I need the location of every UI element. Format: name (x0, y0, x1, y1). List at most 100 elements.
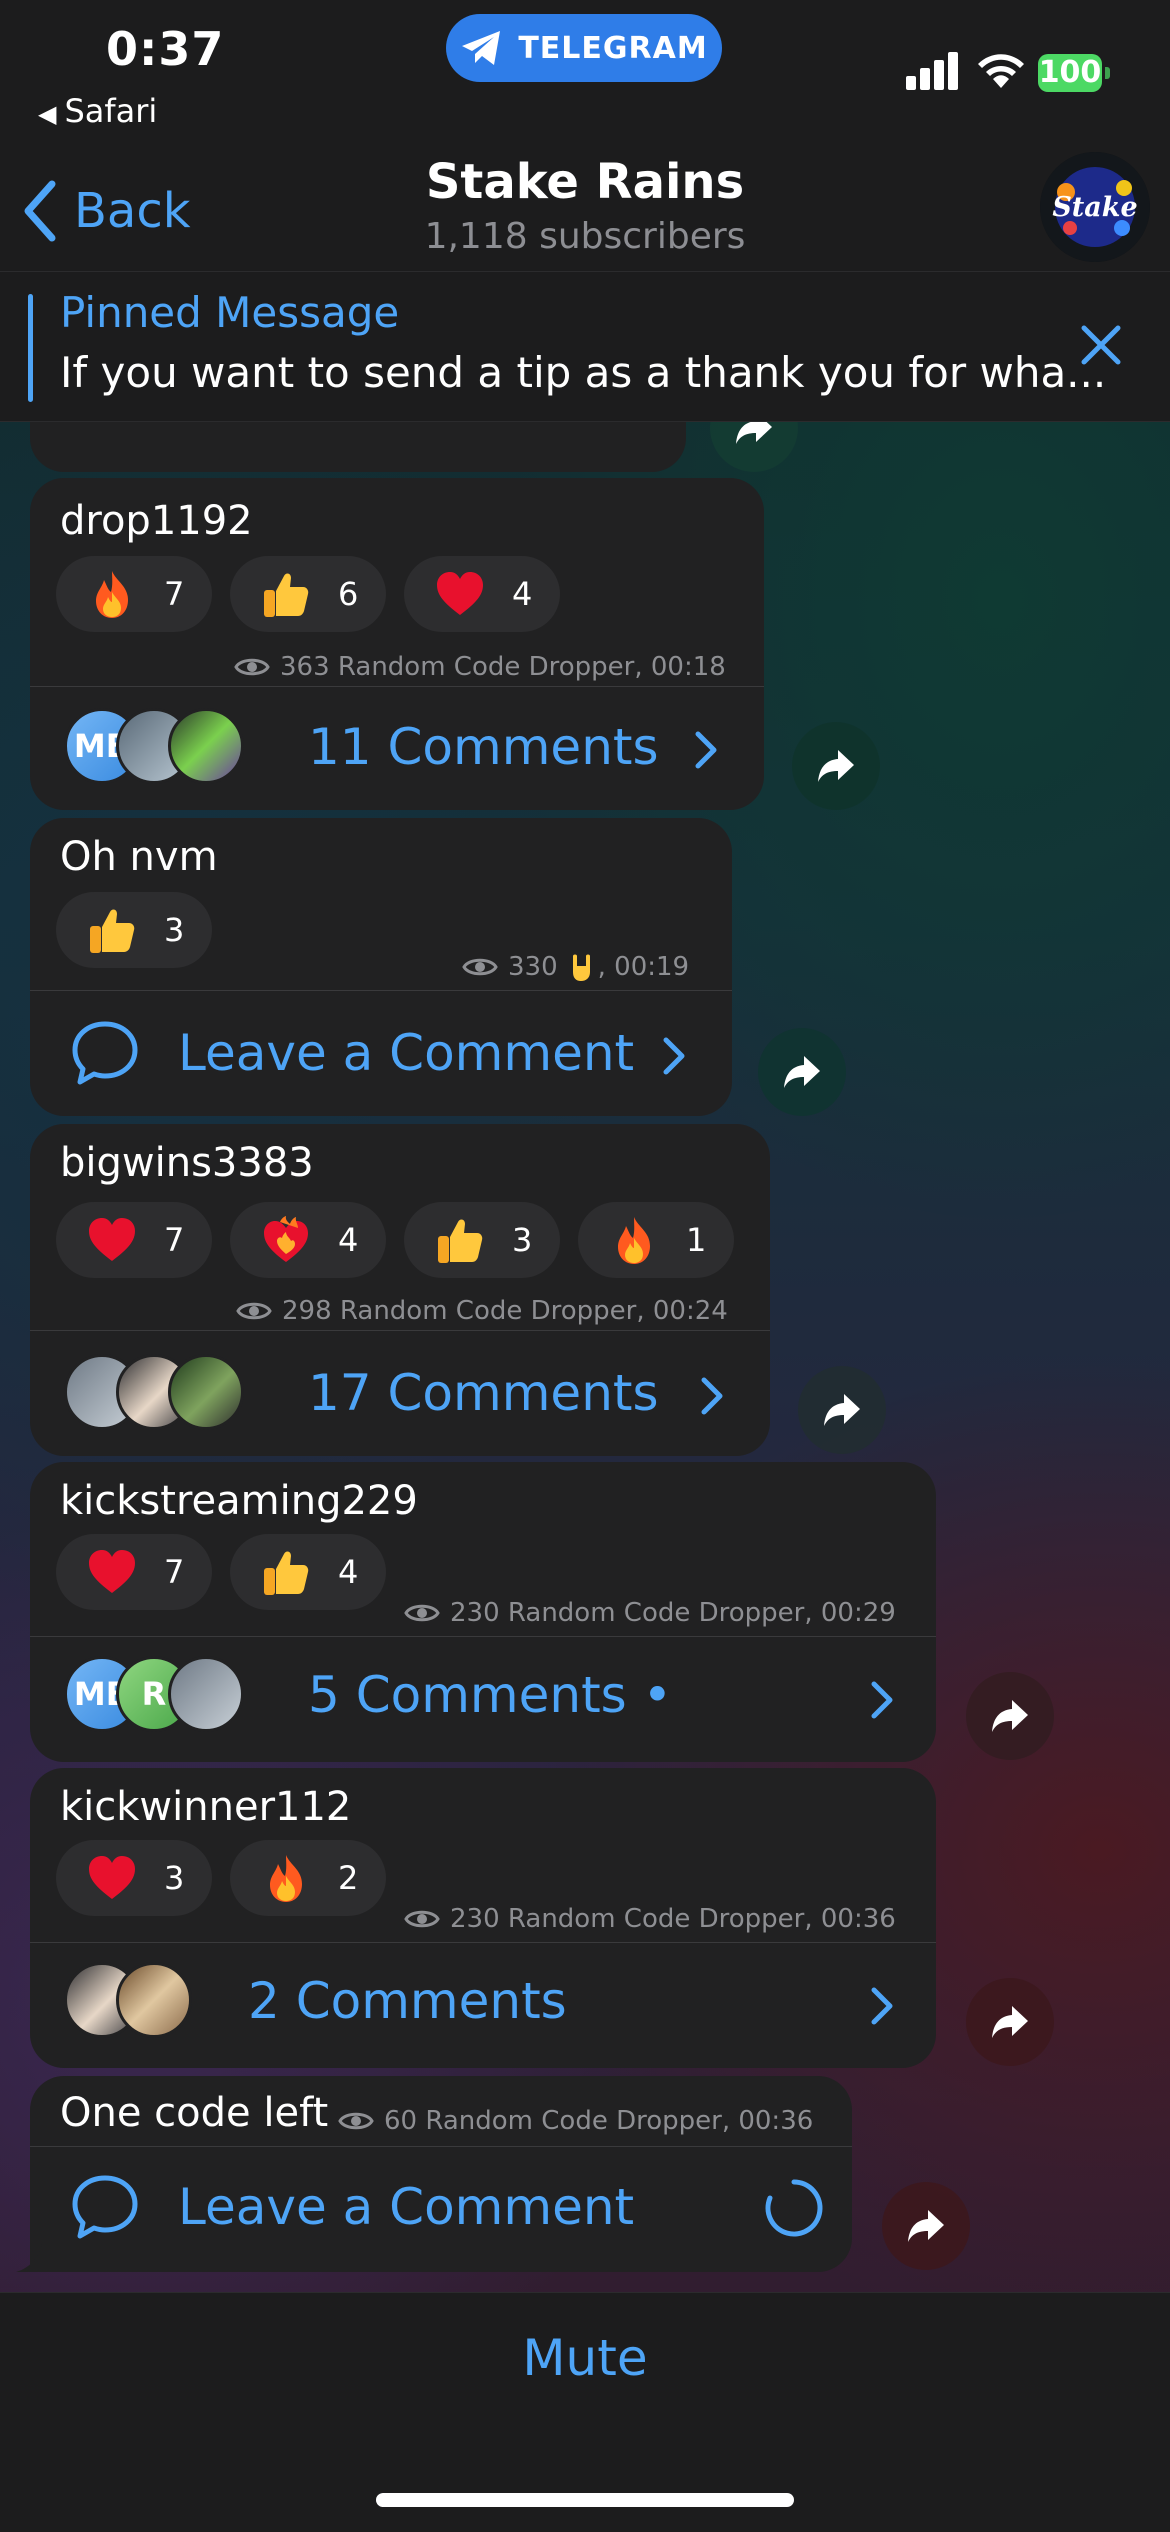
telegram-plane-icon (462, 31, 501, 65)
eye-icon (404, 1601, 440, 1625)
back-to-app-link[interactable]: ◀ Safari (38, 92, 157, 130)
heart-on-fire-icon (260, 1214, 312, 1266)
pinned-text-2: If you want to send a tip as a thank you… (60, 348, 1107, 397)
reaction-chip[interactable]: 7 (56, 556, 212, 632)
message-meta-text: 363 Random Code Dropper, 00:18 (280, 652, 726, 682)
comments-button[interactable]: 2 Comments (30, 1942, 936, 2068)
loading-spinner-icon (765, 2179, 823, 2237)
reaction-count: 1 (686, 1221, 707, 1259)
pinned-accent-bar-2 (28, 294, 33, 402)
reaction-chip[interactable]: 3 (56, 1840, 212, 1916)
cellular-signal-icon (906, 52, 960, 90)
message-text: drop1192 (60, 498, 253, 544)
message-bubble: drop1192 7 6 4 363 Random Code Dropper, … (30, 478, 764, 810)
comments-label: Leave a Comment (178, 2178, 635, 2236)
status-bar: 0:37 ◀ Safari TELEGRAM 100 (0, 0, 1170, 140)
reaction-count: 3 (164, 911, 185, 949)
comments-label: 11 Comments (308, 718, 659, 776)
channel-avatar[interactable]: Stake (1040, 152, 1150, 262)
thumbs-up-icon (260, 568, 312, 620)
svg-text:Stake: Stake (1052, 192, 1137, 223)
reaction-count: 7 (164, 1221, 185, 1259)
bubble-tail (16, 2244, 52, 2272)
avatar (168, 1656, 244, 1732)
thumbs-up-icon (434, 1214, 486, 1266)
reaction-chip[interactable]: 7 (56, 1534, 212, 1610)
message-meta: 230 Random Code Dropper, 00:29 (404, 1598, 896, 1628)
reaction-chip[interactable]: 4 (230, 1202, 386, 1278)
message-text: One code left (60, 2090, 329, 2136)
subscriber-count: 1,118 subscribers (424, 216, 746, 257)
rock-hand-icon (572, 954, 590, 981)
leave-comment-button[interactable]: Leave a Comment (30, 2146, 852, 2272)
telegram-pill[interactable]: TELEGRAM (446, 14, 722, 82)
comment-bubble-icon (70, 1018, 140, 1088)
message-text: bigwins3383 (60, 1140, 314, 1186)
message-text: kickwinner112 (60, 1784, 352, 1830)
comments-button[interactable]: 17 Comments (30, 1330, 770, 1456)
share-arrow-icon (990, 2004, 1030, 2040)
mute-button[interactable]: Mute (0, 2329, 1170, 2387)
comments-label: 2 Comments (248, 1972, 567, 2030)
leave-comment-button[interactable]: Leave a Comment (30, 990, 732, 1116)
share-button[interactable] (882, 2182, 970, 2270)
fire-icon (260, 1852, 312, 1904)
avatar (168, 708, 244, 784)
chevron-right-icon (866, 1986, 896, 2026)
comments-label: 5 Comments • (308, 1666, 673, 1724)
reaction-count: 4 (338, 1221, 359, 1259)
message-meta-text: 60 Random Code Dropper, 00:36 (384, 2106, 814, 2136)
comments-button[interactable]: MB R 5 Comments • (30, 1636, 936, 1762)
message-text: kickstreaming229 (60, 1478, 418, 1524)
message-meta: 230 Random Code Dropper, 00:36 (404, 1904, 896, 1934)
chevron-right-icon (866, 1680, 896, 1720)
back-app-label: Safari (64, 92, 158, 130)
comments-label: Leave a Comment (178, 1024, 635, 1082)
reaction-count: 3 (164, 1859, 185, 1897)
share-button[interactable] (966, 1978, 1054, 2066)
message-meta: 330 , 00:19 (462, 952, 689, 982)
share-button[interactable] (792, 722, 880, 810)
message-text: Oh nvm (60, 834, 218, 880)
chevron-right-icon (658, 1036, 688, 1076)
close-pinned-icon-2[interactable] (1078, 322, 1124, 368)
reaction-count: 7 (164, 575, 185, 613)
stake-logo-icon: Stake (1040, 152, 1150, 262)
thumbs-up-icon (260, 1546, 312, 1598)
heart-icon (86, 1546, 138, 1598)
message-meta: 60 Random Code Dropper, 00:36 (338, 2106, 813, 2136)
wifi-icon (978, 54, 1024, 88)
message-bubble: kickstreaming229 7 4 230 Random Code Dro… (30, 1462, 936, 1762)
comments-button[interactable]: MB 11 Comments (30, 686, 764, 810)
message-bubble: bigwins3383 7 4 3 1 298 Random Code Drop… (30, 1124, 770, 1456)
share-button[interactable] (758, 1028, 846, 1116)
reaction-chip[interactable]: 6 (230, 556, 386, 632)
share-button[interactable] (966, 1672, 1054, 1760)
share-arrow-icon (906, 2208, 946, 2244)
home-indicator[interactable] (376, 2493, 794, 2507)
share-arrow-icon (990, 1698, 1030, 1734)
reaction-chip[interactable]: 3 (56, 892, 212, 968)
reaction-chip[interactable]: 4 (404, 556, 560, 632)
reaction-chip[interactable]: 3 (404, 1202, 560, 1278)
reaction-chip[interactable]: 1 (578, 1202, 734, 1278)
message-bubble: Oh nvm 3 330 , 00:19 Leave a Comment (30, 818, 732, 1116)
message-meta-text: 230 Random Code Dropper, 00:36 (450, 1904, 896, 1934)
channel-title[interactable]: Stake Rains (0, 154, 1170, 210)
eye-icon (404, 1907, 440, 1931)
message-bubble: kickwinner112 3 2 230 Random Code Droppe… (30, 1768, 936, 2068)
message-meta-text: 298 Random Code Dropper, 00:24 (282, 1296, 728, 1326)
battery-indicator: 100 (1038, 54, 1110, 92)
thumbs-up-icon (86, 904, 138, 956)
message-meta: 363 Random Code Dropper, 00:18 (234, 652, 726, 682)
back-triangle-icon: ◀ (38, 100, 57, 128)
reaction-chip[interactable]: 2 (230, 1840, 386, 1916)
reaction-chip[interactable]: 4 (230, 1534, 386, 1610)
share-button[interactable] (798, 1366, 886, 1454)
share-arrow-icon (822, 1392, 862, 1428)
pinned-mask: Pinned Message If you want to send a tip… (0, 272, 1170, 422)
status-time: 0:37 (106, 22, 225, 76)
chevron-right-icon (690, 730, 720, 770)
reaction-chip[interactable]: 7 (56, 1202, 212, 1278)
heart-icon (86, 1852, 138, 1904)
